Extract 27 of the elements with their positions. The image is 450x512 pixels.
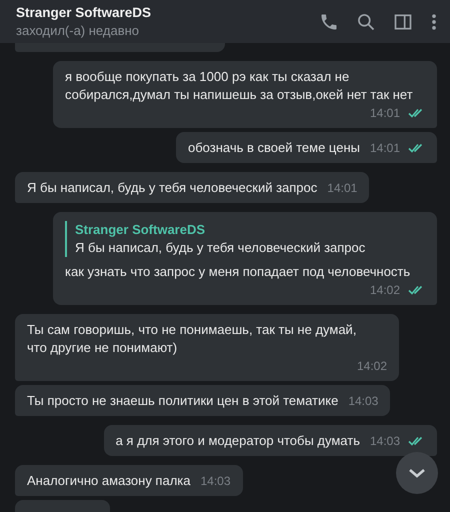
phone-icon[interactable] xyxy=(319,12,339,32)
message-time: 14:03 xyxy=(370,433,400,450)
message-time: 14:01 xyxy=(327,180,358,197)
reply-quote[interactable]: Stranger SoftwareDS Я бы написал, будь у тебя человеческий запрос xyxy=(65,221,425,257)
message-text: а я для этого и модератор чтобы думать xyxy=(116,432,360,450)
message-time: 14:01 xyxy=(370,105,400,122)
message-text: Аналогично амазону палка xyxy=(27,472,190,490)
message-text: я вообще покупать за 1000 рэ как ты сказал не собирался,думал ты напишешь за отзыв,окей нет так нет xyxy=(65,68,414,104)
message-time: 14:01 xyxy=(370,140,400,157)
message-text: Ты сам говоришь, что не понимаешь, так ты не думай, что другие не понимают) xyxy=(27,321,358,357)
message-time: 14:03 xyxy=(348,393,378,410)
message-text: Я бы написал, будь у тебя человеческий запрос xyxy=(27,179,318,197)
message-time: 14:02 xyxy=(356,358,387,375)
message-text: как узнать что запрос у меня попадает под человечность xyxy=(65,263,410,281)
message-text: Ты просто не знаешь политики цен в этой тематике xyxy=(27,392,338,410)
search-icon[interactable] xyxy=(356,12,376,32)
last-seen-status: заходил(-а) недавно xyxy=(16,23,140,38)
message-text: обозначь в своей теме цены xyxy=(188,139,360,157)
message-time: 14:02 xyxy=(370,282,400,299)
message-time: 14:03 xyxy=(200,473,231,490)
more-menu-icon[interactable] xyxy=(430,12,438,32)
scroll-down-button[interactable] xyxy=(396,452,438,494)
sidebar-toggle-icon[interactable] xyxy=(393,12,413,32)
reply-author: Stranger SoftwareDS xyxy=(75,221,206,239)
chat-title: Stranger SoftwareDS xyxy=(16,5,152,20)
chevron-down-icon xyxy=(408,467,426,479)
reply-text: Я бы написал, будь у тебя человеческий запрос xyxy=(75,239,366,257)
